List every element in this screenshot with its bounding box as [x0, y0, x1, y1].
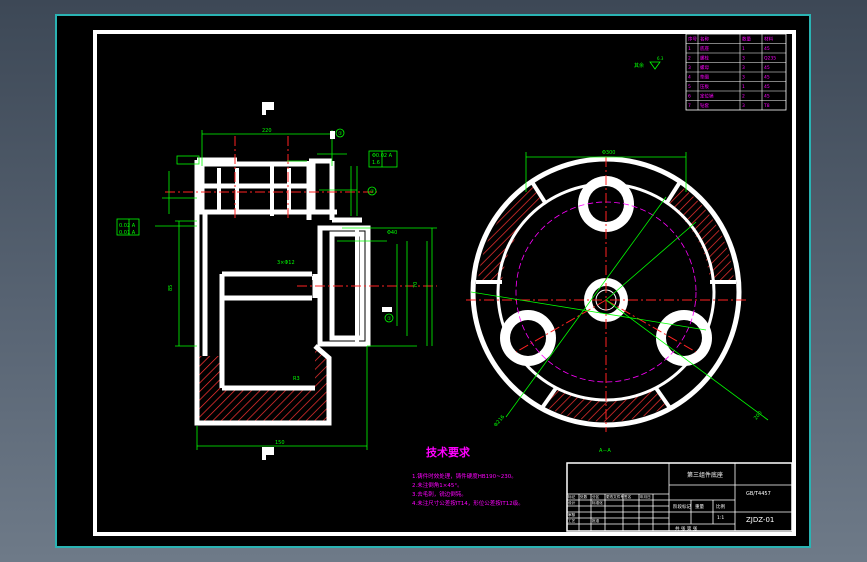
svg-text:6.3: 6.3 [657, 56, 664, 61]
parts-table-cell: 45 [764, 46, 770, 52]
tb-label-process: 工艺 [568, 518, 576, 523]
parts-table-cell: 底座 [700, 45, 709, 52]
parts-table-cell: 1 [688, 46, 691, 52]
section-marker-bottom [262, 447, 274, 460]
parts-table-cell: 3 [742, 56, 745, 62]
parts-table-cell: T8 [763, 103, 770, 109]
title-block-drawing-no: ZJDZ-01 [746, 516, 774, 524]
parts-table-cell: 45 [764, 75, 770, 81]
parts-table-cell: 5 [688, 84, 691, 90]
tb-label-count: 处数 [580, 494, 588, 499]
cad-drawing: 220 150 85 70 Φ40 1.6 0.02 A 0.01 A Φ0.0… [93, 30, 796, 536]
dim-right-width: 200 [753, 410, 764, 421]
parts-table-cell: 3 [742, 75, 745, 81]
cad-viewport[interactable]: 220 150 85 70 Φ40 1.6 0.02 A 0.01 A Φ0.0… [55, 14, 811, 548]
parts-table-cell: 材料 [764, 36, 773, 43]
title-block-scale: 1:1 [717, 515, 724, 521]
tb-label-design: 设计 [568, 500, 576, 505]
parts-table: 序号 名称 数量 材料 1 底座 1 45 2 螺栓 3 Q235 3 螺母 3 45 4 垫圈 3 45 5 压板 1 45… [685, 33, 787, 111]
tb-label-mark: 标记 [568, 494, 576, 499]
callout-2: 0.01 A [119, 230, 136, 236]
title-block-code: GB/T4457 [746, 491, 771, 497]
datum-marker-1: ① [338, 131, 343, 137]
parts-table-cell: 螺栓 [700, 55, 709, 62]
datum-marker-3: ① [387, 316, 392, 322]
parts-table-cell: 垫圈 [700, 74, 709, 81]
callout-3: Φ0.02 A [372, 153, 393, 159]
parts-table-cell: 2 [688, 56, 691, 62]
parts-table-cell: 45 [764, 94, 770, 100]
tb-label-approve: 批准 [592, 518, 600, 523]
title-block-title: 第三组件底座 [687, 471, 723, 479]
parts-table-cell: 压板 [700, 83, 709, 90]
parts-table-cell: 3 [742, 103, 745, 109]
tech-req-3: 3.去毛刺，锐边倒钝。 [412, 490, 467, 498]
tb-label-change: 更改文件号 [606, 494, 624, 499]
parts-table-cell: 数量 [742, 36, 751, 43]
tb-label-stage: 阶段标记 [673, 503, 691, 510]
parts-table-cell: Q235 [764, 56, 776, 62]
tb-label-date: 年月日 [640, 494, 651, 499]
dim-bore: Φ40 [387, 230, 397, 236]
parts-table-cell: 名称 [700, 36, 709, 43]
tb-label-scale: 比例 [716, 503, 725, 510]
parts-table-cell: 45 [764, 84, 770, 90]
tb-label-review: 审核 [568, 512, 576, 517]
callout-5: R3 [293, 376, 300, 382]
dim-inner-height: 70 [413, 282, 419, 288]
dim-top-width: 220 [262, 128, 272, 134]
dim-left-height: 85 [168, 285, 174, 291]
dim-pitch-circle: Φ216 [493, 414, 506, 428]
tb-label-sign: 签名 [624, 494, 632, 499]
parts-table-cell: 7 [688, 103, 691, 109]
section-view: 220 150 85 70 Φ40 1.6 0.02 A 0.01 A Φ0.0… [116, 102, 437, 460]
section-label: A－A [599, 448, 611, 454]
parts-table-cell: 3 [742, 65, 745, 71]
tb-label-standard: 标准化 [592, 500, 603, 505]
section-hatch [195, 346, 329, 421]
parts-table-cell: 钻套 [700, 102, 709, 109]
datum-marker-2: ① [370, 189, 375, 195]
svg-text:其余: 其余 [634, 62, 644, 69]
surface-finish-note: 其余 6.3 [634, 56, 664, 70]
parts-table-cell: 定位销 [700, 93, 714, 100]
section-marker-top [262, 102, 274, 115]
parts-table-cell: 1 [742, 84, 745, 90]
parts-table-cell: 45 [764, 65, 770, 71]
plan-view: Φ300 Φ216 200 [466, 150, 769, 432]
callout-1: 0.02 A [119, 223, 136, 229]
parts-table-cell: 2 [742, 94, 745, 100]
parts-table-cell: 1 [742, 46, 745, 52]
parts-table-cell: 3 [688, 65, 691, 71]
title-block-sheet: 共 张 第 张 [675, 525, 698, 532]
tech-req-1: 1.铸件时效处理，铸件硬度HB190~230。 [412, 472, 517, 480]
tb-label-weight: 重量 [695, 503, 704, 510]
dim-bottom-width: 150 [275, 440, 285, 446]
parts-table-cell: 序号 [688, 36, 697, 43]
parts-table-cell: 螺母 [700, 64, 709, 71]
tb-label-zone: 分区 [592, 494, 600, 499]
parts-table-cell: 6 [688, 94, 691, 100]
parts-table-cell: 4 [688, 75, 691, 81]
tech-req-2: 2.未注倒角1×45°。 [412, 481, 463, 489]
callout-0: 1.6 [372, 160, 380, 166]
dim-outer-dia: Φ300 [602, 150, 615, 156]
tech-req-title: 技术要求 [426, 445, 471, 459]
tech-req-4: 4.未注尺寸公差按IT14，形位公差按IT12级。 [412, 499, 524, 507]
title-block: 第三组件底座 GB/T4457 ZJDZ-01 1:1 阶段标记 重量 比例 共… [566, 462, 793, 532]
technical-requirements: 技术要求 1.铸件时效处理，铸件硬度HB190~230。 2.未注倒角1×45°… [412, 445, 524, 507]
callout-4: 3×Φ12 [277, 260, 295, 266]
